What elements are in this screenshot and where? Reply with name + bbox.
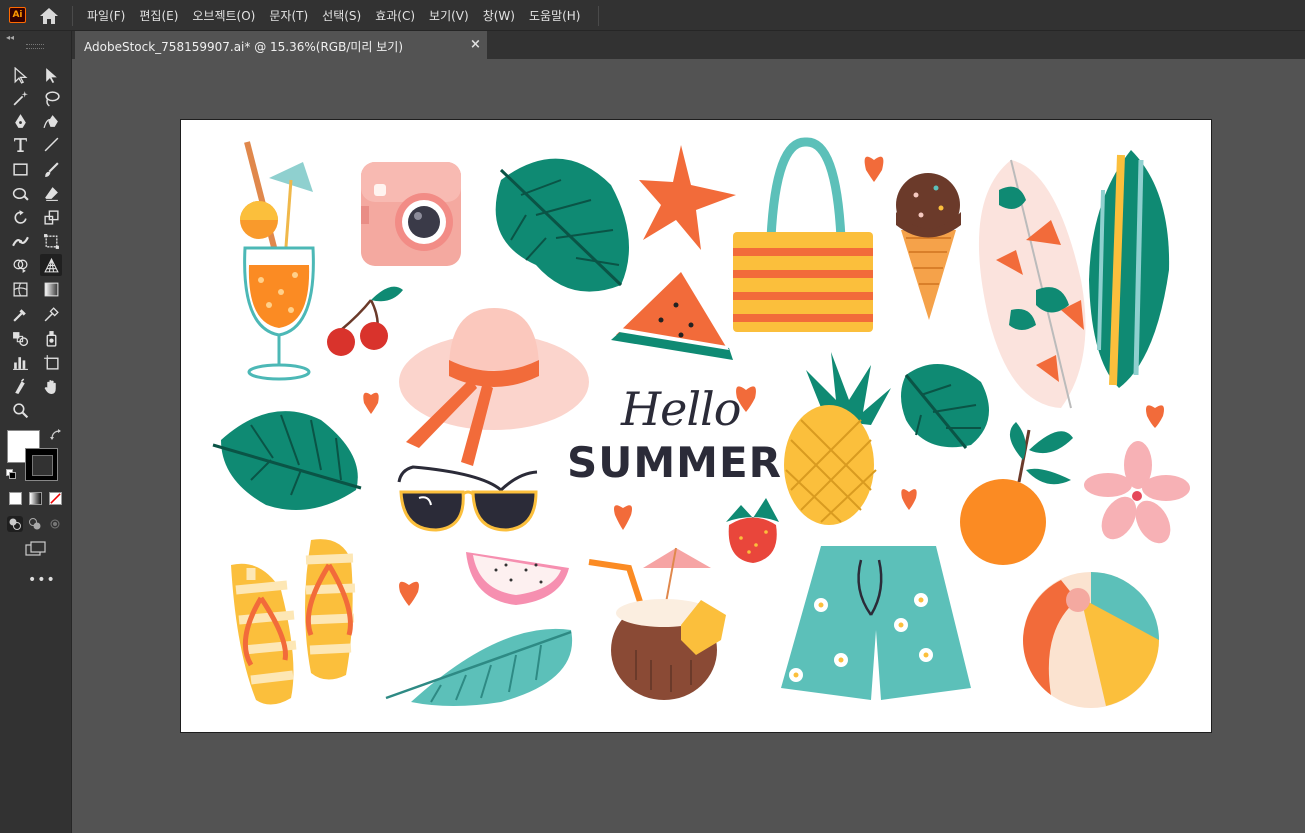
document-tab-title: AdobeStock_758159907.ai* @ 15.36%(RGB/미리… — [84, 40, 404, 54]
eraser-tool-icon[interactable] — [40, 182, 62, 204]
pineapple-illustration — [784, 352, 891, 525]
menu-divider — [72, 6, 73, 26]
orange-illustration — [960, 422, 1073, 565]
camera-illustration — [361, 162, 461, 266]
slice-tool-icon[interactable] — [9, 375, 31, 397]
menu-select[interactable]: 선택(S) — [315, 7, 368, 24]
menu-window[interactable]: 창(W) — [476, 7, 522, 24]
mesh-tool-icon[interactable] — [9, 278, 31, 300]
banana-leaf-illustration — [385, 628, 573, 706]
line-segment-tool-icon[interactable] — [40, 133, 62, 155]
swim-shorts-illustration — [781, 546, 971, 700]
sunglasses-illustration — [397, 465, 538, 532]
heart-illustration — [363, 392, 379, 414]
panel-grip[interactable] — [26, 44, 44, 49]
scale-tool-icon[interactable] — [40, 206, 62, 228]
rotate-tool-icon[interactable] — [9, 206, 31, 228]
more-tools-icon[interactable]: ••• — [28, 572, 56, 588]
menu-bar: Ai 파일(F) 편집(E) 오브젝트(O) 문자(T) 선택(S) 효과(C)… — [0, 0, 1305, 31]
pen-tool-icon[interactable] — [9, 110, 31, 132]
hand-tool-icon[interactable] — [40, 375, 62, 397]
ice-cream-illustration — [896, 173, 961, 320]
zoom-tool-icon[interactable] — [9, 399, 31, 421]
rectangle-tool-icon[interactable] — [9, 158, 31, 180]
monstera-leaf-illustration — [212, 411, 362, 510]
cherries-illustration — [327, 286, 403, 356]
curvature-tool-icon[interactable] — [40, 110, 62, 132]
menu-type[interactable]: 문자(T) — [262, 7, 315, 24]
draw-behind-icon[interactable] — [27, 516, 43, 532]
heart-illustration — [864, 156, 884, 182]
tools-panel: ◂◂ ••• — [0, 31, 72, 833]
lasso-tool-icon[interactable] — [40, 87, 62, 109]
menu-help[interactable]: 도움말(H) — [522, 7, 588, 24]
menu-file[interactable]: 파일(F) — [80, 7, 132, 24]
artboard[interactable]: Hello SUMMER — [181, 120, 1211, 732]
menu-object[interactable]: 오브젝트(O) — [185, 7, 262, 24]
strawberry-illustration — [726, 498, 779, 563]
menu-edit[interactable]: 편집(E) — [132, 7, 185, 24]
sun-hat-illustration — [399, 308, 589, 466]
heart-illustration — [901, 489, 917, 510]
draw-inside-icon[interactable] — [47, 516, 63, 532]
perspective-grid-tool-icon[interactable] — [40, 254, 62, 276]
heart-illustration — [399, 581, 419, 606]
shape-builder-tool-icon[interactable] — [9, 254, 31, 276]
hibiscus-flower-illustration — [1084, 441, 1190, 544]
surfboard-illustration — [978, 150, 1170, 409]
heart-illustration — [1146, 405, 1164, 428]
home-icon[interactable] — [38, 6, 60, 26]
monstera-leaf-illustration — [495, 158, 629, 292]
paintbrush-tool-icon[interactable] — [40, 158, 62, 180]
width-tool-icon[interactable] — [9, 230, 31, 252]
column-graph-tool-icon[interactable] — [9, 351, 31, 373]
gradient-tool-icon[interactable] — [40, 278, 62, 300]
menu-view[interactable]: 보기(V) — [422, 7, 476, 24]
type-tool-icon[interactable] — [9, 133, 31, 155]
document-tab[interactable]: AdobeStock_758159907.ai* @ 15.36%(RGB/미리… — [75, 31, 487, 59]
none-mode-button[interactable] — [49, 492, 62, 505]
draw-normal-icon[interactable] — [7, 516, 23, 532]
dragon-fruit-illustration — [466, 552, 569, 605]
beach-ball-illustration — [1023, 572, 1159, 708]
screen-mode-icon[interactable] — [25, 541, 47, 557]
flip-flops-illustration — [231, 539, 356, 705]
blend-tool-icon[interactable] — [9, 327, 31, 349]
summer-title: SUMMER — [567, 438, 782, 487]
illustrator-logo[interactable]: Ai — [9, 7, 26, 23]
menu-effect[interactable]: 효과(C) — [368, 7, 422, 24]
menu-divider — [598, 6, 599, 26]
coconut-drink-illustration — [588, 547, 726, 700]
free-transform-tool-icon[interactable] — [40, 230, 62, 252]
watermelon-illustration — [611, 272, 733, 360]
monstera-leaf-illustration — [901, 364, 989, 449]
swap-fill-stroke-icon[interactable] — [50, 429, 62, 441]
collapse-panel-icon[interactable]: ◂◂ — [6, 33, 14, 42]
document-tab-bar: AdobeStock_758159907.ai* @ 15.36%(RGB/미리… — [72, 31, 1305, 59]
heart-illustration — [614, 505, 632, 530]
selection-tool-icon[interactable] — [9, 64, 31, 86]
stroke-color-swatch[interactable] — [25, 448, 58, 481]
eyedropper-tool-icon[interactable] — [9, 303, 31, 325]
direct-selection-tool-icon[interactable] — [40, 64, 62, 86]
measure-tool-icon[interactable] — [40, 303, 62, 325]
default-colors-icon[interactable] — [6, 469, 16, 479]
color-mode-button[interactable] — [9, 492, 22, 505]
close-icon[interactable]: × — [470, 37, 481, 52]
main-menu: 파일(F) 편집(E) 오브젝트(O) 문자(T) 선택(S) 효과(C) 보기… — [80, 0, 588, 31]
starfish-illustration — [639, 145, 736, 250]
symbol-sprayer-tool-icon[interactable] — [40, 327, 62, 349]
gradient-mode-button[interactable] — [29, 492, 42, 505]
tote-bag-illustration — [733, 137, 873, 332]
magic-wand-tool-icon[interactable] — [9, 87, 31, 109]
cocktail-illustration — [240, 141, 315, 381]
shaper-tool-icon[interactable] — [9, 182, 31, 204]
artboard-tool-icon[interactable] — [40, 351, 62, 373]
